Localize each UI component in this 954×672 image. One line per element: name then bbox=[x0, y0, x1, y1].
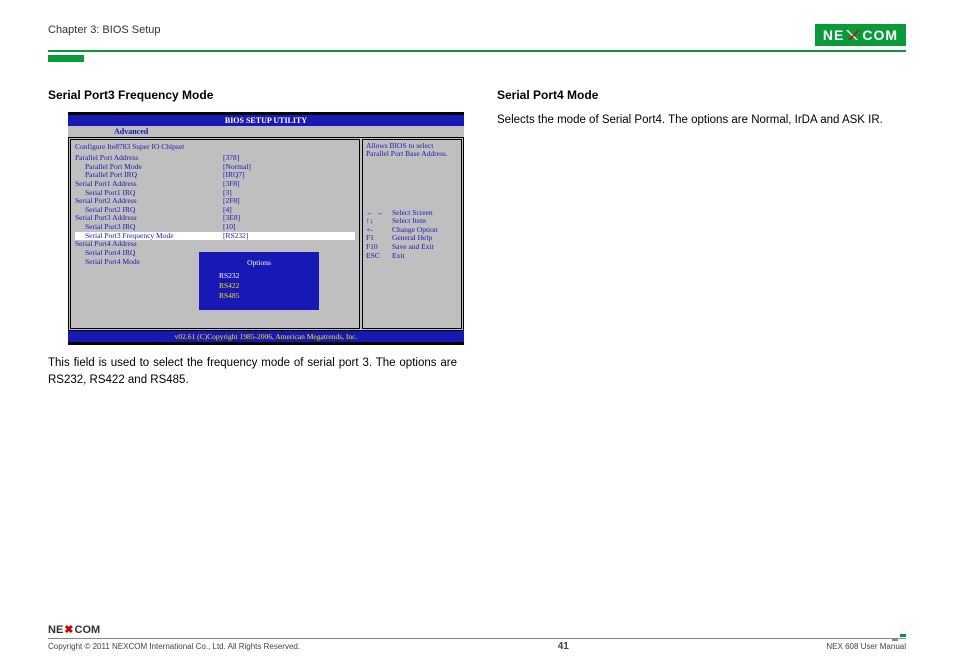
bios-screenshot: BIOS SETUP UTILITY Advanced Configure It… bbox=[68, 112, 464, 345]
bios-options-popup: Options RS232RS422RS485 bbox=[199, 252, 319, 310]
footer-rule bbox=[48, 638, 906, 639]
bios-footer: v02.61 (C)Copyright 1985-2006, American … bbox=[68, 331, 464, 342]
bios-tab-bar: Advanced bbox=[68, 126, 464, 137]
footer-decor-icon bbox=[892, 634, 906, 642]
logo-x-icon bbox=[846, 28, 860, 42]
bios-setting-value: [RS232] bbox=[223, 232, 248, 241]
bios-help-text: Allows BIOS to select Parallel Port Base… bbox=[366, 142, 458, 159]
footer-logo-x-icon: ✖ bbox=[64, 623, 73, 636]
bios-popup-option[interactable]: RS422 bbox=[219, 281, 299, 291]
logo-top: NE COM bbox=[815, 24, 906, 46]
footer-logo-left: NE bbox=[48, 624, 63, 636]
top-rule bbox=[48, 50, 906, 52]
logo-text-left: NE bbox=[823, 27, 844, 43]
bios-key-row: F10Save and Exit bbox=[366, 243, 458, 252]
doc-title: NEX 608 User Manual bbox=[826, 642, 906, 651]
bios-popup-title: Options bbox=[201, 258, 317, 267]
left-section-title: Serial Port3 Frequency Mode bbox=[48, 88, 457, 102]
chapter-title: Chapter 3: BIOS Setup bbox=[48, 24, 161, 36]
copyright-text: Copyright © 2011 NEXCOM International Co… bbox=[48, 642, 300, 651]
bios-header: BIOS SETUP UTILITY bbox=[68, 115, 464, 126]
page-footer: NE ✖ COM Copyright © 2011 NEXCOM Interna… bbox=[48, 620, 906, 653]
logo-text-right: COM bbox=[862, 27, 898, 43]
bios-main-panel: Configure Ite8783 Super IO Chipset Paral… bbox=[70, 139, 360, 329]
logo-footer: NE ✖ COM bbox=[48, 623, 100, 636]
bios-key-legend: ← →Select Screen↑↓Select Item+-Change Op… bbox=[366, 209, 458, 261]
footer-logo-right: COM bbox=[75, 624, 101, 636]
bios-key-row: ESCExit bbox=[366, 252, 458, 261]
green-accent bbox=[48, 55, 84, 62]
bios-side-panel: Allows BIOS to select Parallel Port Base… bbox=[362, 139, 462, 329]
right-section-title: Serial Port4 Mode bbox=[497, 88, 906, 102]
bios-subtitle: Configure Ite8783 Super IO Chipset bbox=[75, 142, 355, 151]
bios-popup-option[interactable]: RS485 bbox=[219, 291, 299, 301]
right-body-text: Selects the mode of Serial Port4. The op… bbox=[497, 112, 906, 129]
bios-tab-advanced[interactable]: Advanced bbox=[108, 126, 154, 137]
left-body-text: This field is used to select the frequen… bbox=[48, 355, 457, 390]
page-number: 41 bbox=[558, 641, 569, 652]
bios-popup-option[interactable]: RS232 bbox=[219, 271, 299, 281]
